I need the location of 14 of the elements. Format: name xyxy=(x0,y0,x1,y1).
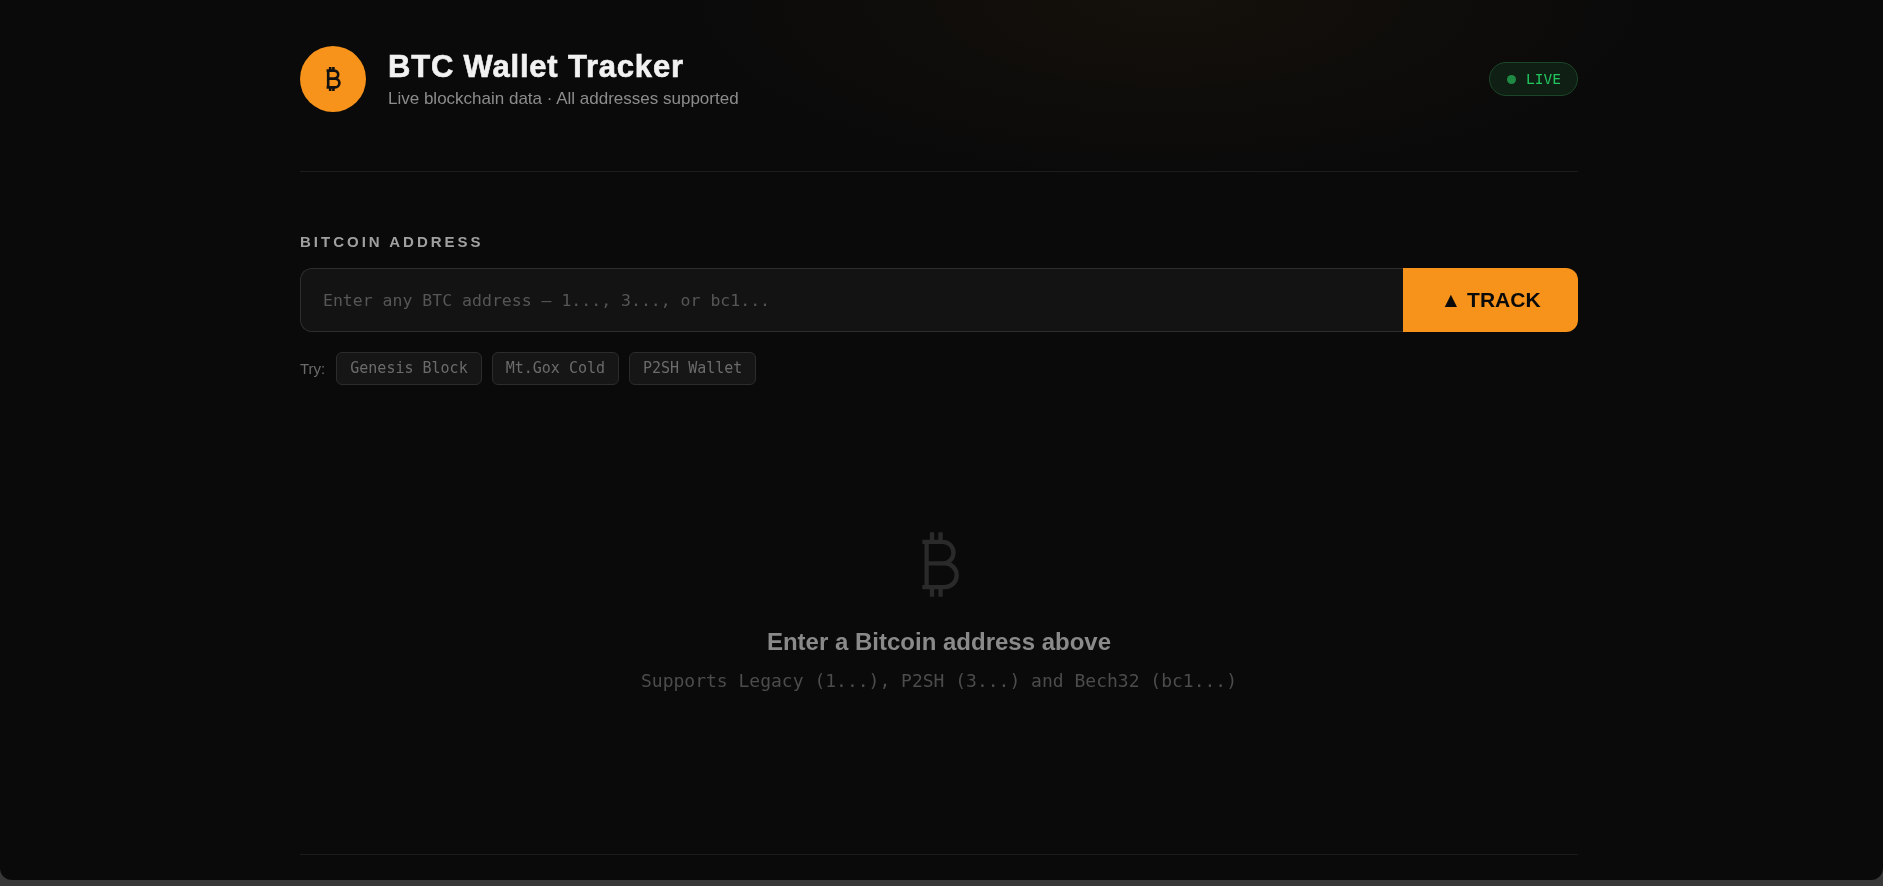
address-label: BITCOIN ADDRESS xyxy=(300,234,484,250)
app-subtitle: Live blockchain data · All addresses supported xyxy=(388,87,739,110)
live-status-badge: LIVE xyxy=(1489,62,1578,96)
empty-state-title: Enter a Bitcoin address above xyxy=(766,628,1112,656)
app-title: BTC Wallet Tracker xyxy=(388,48,684,85)
example-address-chip[interactable]: Genesis Block xyxy=(336,352,482,385)
example-address-chip[interactable]: Mt.Gox Cold xyxy=(491,352,620,385)
try-label: Try: xyxy=(300,359,326,378)
address-input[interactable]: Enter any BTC address — 1..., 3..., or bc1... xyxy=(300,268,1403,332)
bitcoin-logo-icon xyxy=(300,46,366,112)
track-button[interactable]: ▲ TRACK xyxy=(1403,268,1578,332)
example-address-chip[interactable]: P2SH Wallet xyxy=(629,352,757,385)
status-dot-icon xyxy=(1507,74,1517,84)
empty-state-hint: Supports Legacy (1...), P2SH (3...) and Bech32 (bc1...) xyxy=(641,670,1237,692)
